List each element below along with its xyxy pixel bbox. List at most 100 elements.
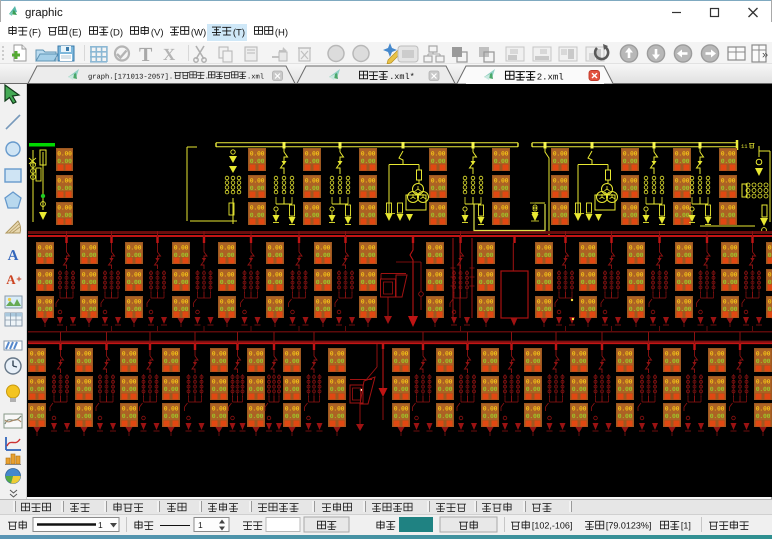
svg-text:0.00: 0.00 <box>268 299 283 306</box>
svg-text:0.00: 0.00 <box>174 272 189 279</box>
svg-text:0.00: 0.00 <box>330 413 345 420</box>
svg-text:0.00: 0.00 <box>537 299 552 306</box>
svg-text:0.00: 0.00 <box>428 245 443 252</box>
svg-text:0.00: 0.00 <box>361 212 376 219</box>
svg-text:0.00: 0.00 <box>330 406 345 413</box>
svg-text:0.00: 0.00 <box>249 351 264 358</box>
svg-text:0.00: 0.00 <box>677 245 692 252</box>
svg-text:(T): (T) <box>233 28 245 39</box>
svg-text:0.00: 0.00 <box>57 151 72 158</box>
svg-text:0.00: 0.00 <box>721 158 736 165</box>
svg-text:0.00: 0.00 <box>268 272 283 279</box>
svg-text:0.00: 0.00 <box>494 185 509 192</box>
svg-text:0.00: 0.00 <box>174 299 189 306</box>
svg-text:0.00: 0.00 <box>77 351 92 358</box>
svg-text:0.00: 0.00 <box>127 299 142 306</box>
svg-text:0.00: 0.00 <box>526 358 541 365</box>
svg-text:0.00: 0.00 <box>250 178 265 185</box>
svg-text:0.00: 0.00 <box>623 185 638 192</box>
svg-text:0.00: 0.00 <box>82 245 97 252</box>
svg-text:graphic: graphic <box>25 7 63 19</box>
svg-text:0.00: 0.00 <box>164 406 179 413</box>
svg-text:0.00: 0.00 <box>553 178 568 185</box>
svg-text:0.00: 0.00 <box>212 386 227 393</box>
svg-text:0.00: 0.00 <box>164 379 179 386</box>
svg-text:[1]: [1] <box>681 521 691 531</box>
svg-text:0.00: 0.00 <box>164 351 179 358</box>
svg-text:0.00: 0.00 <box>431 212 446 219</box>
svg-text:0.00: 0.00 <box>710 386 725 393</box>
svg-text:0.00: 0.00 <box>675 185 690 192</box>
svg-text:0.00: 0.00 <box>572 406 587 413</box>
svg-text:0.00: 0.00 <box>122 379 137 386</box>
svg-text:0.00: 0.00 <box>675 158 690 165</box>
svg-text:0.00: 0.00 <box>572 351 587 358</box>
svg-text:0.00: 0.00 <box>723 245 738 252</box>
svg-text:0.00: 0.00 <box>77 386 92 393</box>
svg-text:0.00: 0.00 <box>756 351 771 358</box>
svg-text:0.00: 0.00 <box>581 299 596 306</box>
svg-text:0.00: 0.00 <box>330 386 345 393</box>
svg-text:0.00: 0.00 <box>394 379 409 386</box>
svg-text:0.00: 0.00 <box>677 272 692 279</box>
svg-text:0.00: 0.00 <box>305 205 320 212</box>
svg-text:A: A <box>8 248 19 264</box>
svg-text:0.00: 0.00 <box>572 358 587 365</box>
svg-text:0.00: 0.00 <box>483 413 498 420</box>
svg-text:+: + <box>16 274 21 284</box>
svg-text:0.00: 0.00 <box>361 151 376 158</box>
svg-text:0.00: 0.00 <box>665 386 680 393</box>
svg-text:0.00: 0.00 <box>57 205 72 212</box>
svg-text:0.00: 0.00 <box>316 245 331 252</box>
svg-text:0.00: 0.00 <box>710 351 725 358</box>
svg-text:0.00: 0.00 <box>526 379 541 386</box>
svg-text:0.00: 0.00 <box>537 272 552 279</box>
svg-text:0.00: 0.00 <box>494 151 509 158</box>
svg-text:0.00: 0.00 <box>361 272 376 279</box>
svg-text:0.00: 0.00 <box>38 299 53 306</box>
svg-text:2.xml: 2.xml <box>537 73 564 83</box>
svg-text:0.00: 0.00 <box>723 272 738 279</box>
svg-text:0.00: 0.00 <box>526 351 541 358</box>
svg-text:0.00: 0.00 <box>723 299 738 306</box>
svg-text:0.00: 0.00 <box>479 272 494 279</box>
svg-text:0.00: 0.00 <box>361 185 376 192</box>
svg-text:0.00: 0.00 <box>618 406 633 413</box>
svg-text:0.00: 0.00 <box>428 299 443 306</box>
svg-text:0.00: 0.00 <box>623 151 638 158</box>
svg-text:0.00: 0.00 <box>553 151 568 158</box>
svg-text:0.00: 0.00 <box>623 158 638 165</box>
svg-text:0.00: 0.00 <box>250 212 265 219</box>
svg-text:0.00: 0.00 <box>38 245 53 252</box>
svg-text:0.00: 0.00 <box>268 245 283 252</box>
svg-text:0.00: 0.00 <box>431 205 446 212</box>
svg-text:0.00: 0.00 <box>721 185 736 192</box>
svg-text:0.00: 0.00 <box>220 272 235 279</box>
svg-text:0.00: 0.00 <box>250 205 265 212</box>
svg-text:0.00: 0.00 <box>494 158 509 165</box>
svg-text:0.00: 0.00 <box>675 151 690 158</box>
svg-text:0.00: 0.00 <box>768 245 772 252</box>
svg-text:0.00: 0.00 <box>212 413 227 420</box>
svg-text:0.00: 0.00 <box>629 245 644 252</box>
svg-text:0.00: 0.00 <box>285 406 300 413</box>
svg-text:0.00: 0.00 <box>623 205 638 212</box>
svg-text:0.00: 0.00 <box>629 272 644 279</box>
svg-text:0.00: 0.00 <box>30 413 45 420</box>
svg-text:(E): (E) <box>69 28 82 39</box>
svg-text:0.00: 0.00 <box>494 212 509 219</box>
svg-text:0.00: 0.00 <box>618 386 633 393</box>
svg-text:0.00: 0.00 <box>479 245 494 252</box>
svg-text:0.00: 0.00 <box>57 185 72 192</box>
svg-text:0.00: 0.00 <box>581 272 596 279</box>
svg-text:0.00: 0.00 <box>122 406 137 413</box>
svg-text:0.00: 0.00 <box>164 413 179 420</box>
svg-text:0.00: 0.00 <box>572 379 587 386</box>
svg-text:0.00: 0.00 <box>394 406 409 413</box>
svg-text:0.00: 0.00 <box>30 351 45 358</box>
svg-text:0.00: 0.00 <box>249 379 264 386</box>
svg-text:(D): (D) <box>110 28 123 39</box>
svg-text:0.00: 0.00 <box>438 358 453 365</box>
svg-text:0.00: 0.00 <box>212 351 227 358</box>
svg-text:0.00: 0.00 <box>361 178 376 185</box>
